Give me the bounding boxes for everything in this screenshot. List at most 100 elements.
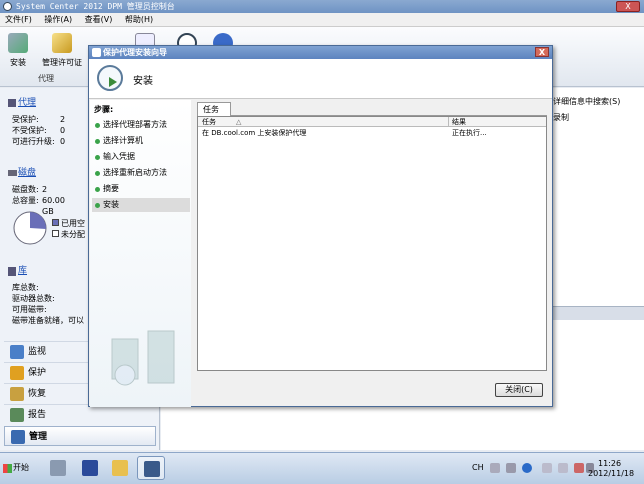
menu-view[interactable]: 查看(V) (80, 13, 118, 27)
step-select-computers: 选择计算机 (92, 134, 190, 148)
report-icon (10, 408, 24, 422)
agents-row-label: 受保护: (12, 115, 39, 124)
clock-date[interactable]: 2012/11/18 (588, 469, 634, 478)
install-icon (8, 33, 28, 53)
library-row: 可用磁带: (12, 305, 47, 314)
close-button[interactable]: 关闭(C) (495, 383, 543, 397)
column-hint: 录制 (553, 113, 569, 122)
wizard-title: 保护代理安装向导 (103, 48, 167, 57)
library-row: 磁带准备就绪，可以 (12, 316, 84, 325)
tab-strip: 任务 (197, 102, 547, 116)
protection-agent-wizard: 保护代理安装向导 X 安装 步骤: 选择代理部署方法 选择计算机 输入凭据 选择… (88, 45, 553, 407)
main-close-button[interactable]: X (616, 1, 640, 12)
search-hint[interactable]: 详细信息中搜索(S) (553, 96, 620, 107)
language-indicator[interactable]: CH (472, 463, 484, 472)
legend-free: 未分配 (52, 229, 85, 240)
workspace-manage[interactable]: 管理 (4, 426, 156, 446)
agents-row: 可进行升级: 0 (12, 136, 65, 147)
menu-file[interactable]: 文件(F) (0, 13, 37, 27)
legend-used-label: 已用空 (61, 219, 85, 228)
menu-help[interactable]: 帮助(H) (120, 13, 158, 27)
library-row: 驱动器总数: (12, 294, 55, 303)
taskbar-server-manager[interactable] (44, 456, 72, 480)
steps-title: 步骤: (94, 105, 114, 114)
agents-header: 代理 (4, 96, 36, 110)
flag-icon[interactable] (558, 463, 568, 473)
step-deploy-method: 选择代理部署方法 (92, 118, 190, 132)
disk-used-slice (30, 212, 47, 229)
folder-icon (112, 460, 128, 476)
manage-icon (11, 430, 25, 444)
step-credentials: 输入凭据 (92, 150, 190, 164)
agents-row-value: 0 (60, 137, 66, 146)
legend-used: 已用空 (52, 218, 85, 229)
tab-tasks[interactable]: 任务 (197, 102, 231, 116)
install-label: 安装 (10, 58, 26, 67)
install-clock-icon (97, 65, 123, 91)
workspace-report[interactable]: 报告 (4, 404, 156, 424)
help-tray-icon[interactable] (522, 463, 532, 473)
manage-license-button[interactable]: 管理许可证 (42, 33, 82, 68)
recover-icon (10, 387, 24, 401)
taskbar-explorer[interactable] (106, 456, 134, 480)
taskbar: 开始 CH 11:26 2012/11/18 (0, 452, 644, 484)
manage-license-label: 管理许可证 (42, 58, 82, 67)
agents-row-value: 0 (60, 126, 66, 135)
library-row: 库总数: (12, 283, 39, 292)
menu-action[interactable]: 操作(A) (39, 13, 77, 27)
disks-row-label: 磁盘数: (12, 185, 39, 194)
server-manager-icon (50, 460, 66, 476)
license-icon (52, 33, 72, 53)
wizard-titlebar: 保护代理安装向导 X (89, 46, 552, 59)
agents-row: 受保护: 2 (12, 114, 65, 125)
library-header: 库 (4, 264, 27, 278)
used-swatch (52, 219, 59, 226)
wizard-close-icon[interactable]: X (535, 47, 549, 57)
disks-row: 总容量: 60.00 GB (12, 195, 65, 216)
disks-row-label: 总容量: (12, 196, 39, 205)
grid-header: 任务 △ 结果 (198, 117, 546, 127)
task-cell: 在 DB.cool.com 上安装保护代理 (202, 129, 307, 137)
ribbon-group-label: 代理 (38, 74, 54, 83)
agents-row-value: 2 (60, 115, 66, 124)
taskbar-dpm-console[interactable] (137, 456, 165, 480)
disk-icon (8, 170, 17, 176)
column-header-task[interactable]: 任务 (202, 117, 216, 127)
menu-bar: 文件(F) 操作(A) 查看(V) 帮助(H) (0, 13, 644, 27)
workspace-label: 管理 (29, 432, 48, 442)
server-watermark-icon (111, 330, 175, 386)
disks-row: 磁盘数: 2 (12, 184, 47, 195)
agents-row-label: 可进行升级: (12, 137, 55, 146)
network-icon[interactable] (574, 463, 584, 473)
taskbar-powershell[interactable] (76, 456, 104, 480)
tray-icon[interactable] (542, 463, 552, 473)
disks-row-value: 2 (42, 185, 48, 194)
protect-icon (10, 366, 24, 380)
app-icon (3, 2, 12, 11)
column-header-result[interactable]: 结果 (448, 117, 466, 127)
clock-time[interactable]: 11:26 (598, 459, 621, 468)
table-row[interactable]: 在 DB.cool.com 上安装保护代理 正在执行... (198, 128, 546, 138)
wizard-content: 任务 任务 △ 结果 在 DB.cool.com 上安装保护代理 正在执行... (193, 100, 548, 372)
agents-row-label: 不受保护: (12, 126, 47, 135)
workspace-label: 监视 (28, 347, 47, 357)
computer-icon (8, 99, 16, 107)
wizard-header: 安装 (89, 59, 552, 99)
sort-icon: △ (236, 118, 242, 126)
disk-usage-pie (13, 211, 47, 245)
dpm-icon (144, 461, 160, 477)
powershell-icon (82, 460, 98, 476)
install-button[interactable]: 安装 (8, 33, 28, 68)
disks-header: 磁盘 (4, 166, 36, 180)
start-button[interactable]: 开始 (2, 458, 34, 478)
step-summary: 摘要 (92, 182, 190, 196)
library-icon (8, 267, 16, 276)
workspace-label: 保护 (28, 368, 47, 378)
task-grid: 任务 △ 结果 在 DB.cool.com 上安装保护代理 正在执行... (197, 116, 547, 371)
result-cell: 正在执行... (452, 129, 487, 137)
main-window-titlebar: System Center 2012 DPM 管理员控制台 (0, 0, 644, 13)
step-restart-method: 选择重新启动方法 (92, 166, 190, 180)
keyboard-icon[interactable] (490, 463, 500, 473)
ime-icon[interactable] (506, 463, 516, 473)
step-install: 安装 (92, 198, 190, 212)
